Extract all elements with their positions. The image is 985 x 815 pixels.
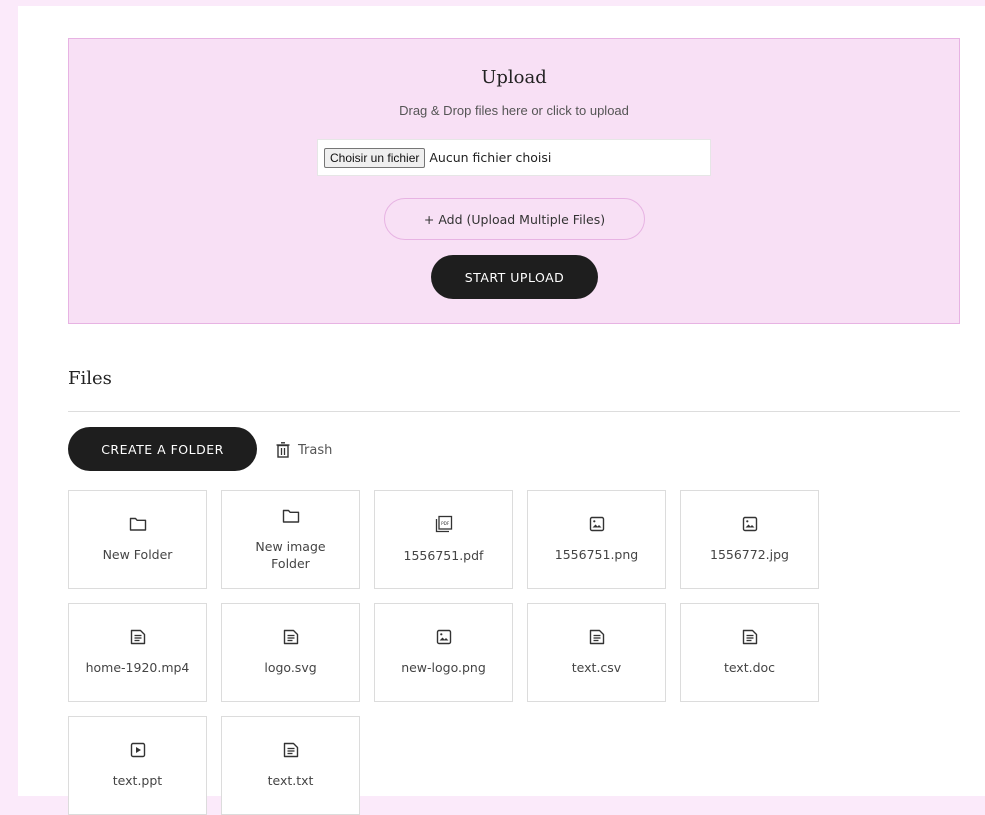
file-manager-panel: Upload Drag & Drop files here or click t…: [18, 6, 985, 815]
file-name: new-logo.png: [401, 660, 486, 675]
file-name: logo.svg: [264, 660, 317, 675]
start-upload-button[interactable]: START UPLOAD: [431, 255, 598, 299]
file-tile[interactable]: home-1920.mp4: [68, 603, 207, 702]
video-icon: [130, 742, 146, 772]
folder-icon: [282, 508, 300, 538]
file-input[interactable]: Choisir un fichier Aucun fichier choisi: [317, 139, 711, 176]
folder-icon: [129, 516, 147, 546]
file-tile[interactable]: text.csv: [527, 603, 666, 702]
file-status-text: Aucun fichier choisi: [429, 150, 552, 165]
file-name: New Folder: [102, 547, 173, 562]
upload-dropzone[interactable]: Upload Drag & Drop files here or click t…: [68, 38, 960, 324]
file-name: 1556751.png: [554, 547, 639, 562]
file-tile[interactable]: PDF 1556751.pdf: [374, 490, 513, 589]
choose-file-button[interactable]: Choisir un fichier: [324, 147, 426, 168]
file-tile[interactable]: new-logo.png: [374, 603, 513, 702]
file-name: New image Folder: [255, 538, 326, 571]
file-name: text.txt: [267, 773, 314, 788]
file-name: home-1920.mp4: [85, 660, 190, 675]
divider: [68, 411, 960, 412]
file-tile[interactable]: text.txt: [221, 716, 360, 815]
image-icon: [742, 516, 758, 546]
document-icon: [130, 629, 146, 659]
file-name: text.csv: [571, 660, 622, 675]
svg-text:PDF: PDF: [441, 521, 450, 526]
image-icon: [436, 629, 452, 659]
image-icon: [589, 516, 605, 546]
file-tile[interactable]: 1556751.png: [527, 490, 666, 589]
upload-title: Upload: [481, 67, 547, 88]
upload-subtitle: Drag & Drop files here or click to uploa…: [399, 103, 629, 118]
trash-link[interactable]: Trash: [276, 442, 332, 458]
file-tile[interactable]: text.ppt: [68, 716, 207, 815]
file-tile[interactable]: New Folder: [68, 490, 207, 589]
files-heading: Files: [68, 368, 112, 389]
trash-icon: [276, 442, 290, 458]
file-name: 1556751.pdf: [403, 548, 484, 563]
pdf-icon: PDF: [435, 515, 453, 547]
file-name: text.doc: [723, 660, 776, 675]
file-tile[interactable]: text.doc: [680, 603, 819, 702]
document-icon: [589, 629, 605, 659]
trash-label: Trash: [298, 442, 333, 458]
file-name: 1556772.jpg: [710, 547, 789, 562]
file-tile[interactable]: logo.svg: [221, 603, 360, 702]
file-tile[interactable]: New image Folder: [221, 490, 360, 589]
file-name: text.ppt: [112, 773, 163, 788]
create-folder-button[interactable]: CREATE A FOLDER: [68, 427, 257, 471]
add-multiple-files-button[interactable]: + Add (Upload Multiple Files): [384, 198, 645, 240]
file-grid: New Folder New image Folder PDF 1556751.pdf…: [68, 490, 828, 815]
document-icon: [742, 629, 758, 659]
document-icon: [283, 629, 299, 659]
file-tile[interactable]: 1556772.jpg: [680, 490, 819, 589]
document-icon: [283, 742, 299, 772]
